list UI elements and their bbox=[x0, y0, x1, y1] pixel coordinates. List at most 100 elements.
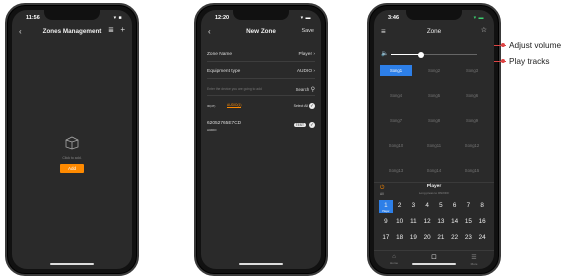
zone-number-button[interactable]: 6 bbox=[448, 200, 462, 213]
zone-number-sub: Player bbox=[382, 210, 390, 213]
song-button[interactable]: Song12 bbox=[456, 140, 488, 151]
zone-number-button[interactable]: 15 bbox=[462, 216, 476, 229]
tab-home[interactable]: ⌂ Home bbox=[374, 251, 414, 269]
zone-number-button[interactable]: 7 bbox=[462, 200, 476, 213]
song-button[interactable]: Song1 bbox=[380, 65, 412, 76]
song-button[interactable]: Song6 bbox=[456, 90, 488, 101]
zone-number-button[interactable]: 11 bbox=[407, 216, 421, 229]
test-button[interactable]: TEST bbox=[293, 123, 306, 127]
tab-label: More bbox=[470, 262, 478, 266]
zone-number-label: 1 bbox=[384, 202, 388, 209]
zone-number-label: 2 bbox=[397, 202, 402, 209]
song-button[interactable]: Song14 bbox=[418, 165, 450, 176]
zone-number-button[interactable]: 22 bbox=[448, 232, 462, 245]
annotation-adjust-volume: Adjust volume bbox=[509, 40, 562, 50]
song-button[interactable]: Song13 bbox=[380, 165, 412, 176]
star-icon[interactable]: ☆ bbox=[481, 26, 487, 34]
zone-number-label: 19 bbox=[409, 234, 417, 241]
search-button[interactable]: Search ⚲ bbox=[296, 86, 315, 93]
zone-number-button[interactable]: 21 bbox=[434, 232, 448, 245]
zone-number-button[interactable]: 18 bbox=[393, 232, 407, 245]
device-row[interactable]: 62052765E7CD AUDIO TEST ✓ bbox=[207, 119, 315, 135]
add-button[interactable]: Add bbox=[60, 164, 84, 173]
zone-number-label: 9 bbox=[384, 218, 388, 225]
check-icon: ✓ bbox=[309, 103, 315, 109]
annotation-line-tracks bbox=[494, 61, 506, 62]
home-indicator bbox=[50, 263, 94, 265]
tab-bar: ⌂Home☐Zone☰More bbox=[374, 250, 494, 269]
equipment-type-label: Equipment type bbox=[207, 69, 241, 74]
zone-number-button[interactable]: 8 bbox=[475, 200, 489, 213]
zone-number-button[interactable]: 2 bbox=[393, 200, 407, 213]
song-button[interactable]: Song15 bbox=[456, 165, 488, 176]
filter-audio[interactable]: AUDIO(1) bbox=[227, 103, 242, 108]
nav-bar: ‹ Zones Management ≣ + bbox=[12, 25, 132, 40]
annotation-line-volume bbox=[494, 45, 506, 46]
song-button[interactable]: Song11 bbox=[418, 140, 450, 151]
status-bar: 12:20 ▾ ▬ bbox=[201, 14, 321, 24]
zone-name-value: Player › bbox=[298, 52, 315, 57]
zone-number-button[interactable]: 20 bbox=[420, 232, 434, 245]
zone-name-row[interactable]: Zone Name Player › bbox=[207, 48, 315, 62]
zone-number-label: 7 bbox=[466, 202, 471, 209]
device-type: AUDIO bbox=[207, 128, 217, 132]
home-indicator bbox=[412, 263, 456, 265]
song-button[interactable]: Song4 bbox=[380, 90, 412, 101]
zone-number-button[interactable]: 5 bbox=[434, 200, 448, 213]
tab-zone[interactable]: ☐Zone bbox=[414, 251, 454, 269]
zone-number-button[interactable]: 13 bbox=[434, 216, 448, 229]
sort-icon[interactable]: ≣ bbox=[108, 26, 114, 34]
status-icons: ▾ ▬ bbox=[473, 15, 484, 21]
song-button[interactable]: Song7 bbox=[380, 115, 412, 126]
filter-all[interactable]: ID(47) bbox=[207, 104, 215, 108]
zone-number-grid: 1 Player 2 3 4 5 6 7 8 9 10 11 12 13 14 15 16 17 18 19 20 21 2… bbox=[379, 200, 489, 245]
song-button[interactable]: Song10 bbox=[380, 140, 412, 151]
device-check-icon[interactable]: ✓ bbox=[309, 122, 315, 128]
search-icon: ⚲ bbox=[310, 87, 315, 93]
zone-number-label: 16 bbox=[478, 218, 486, 225]
zone-number-label: 11 bbox=[410, 218, 417, 225]
equipment-type-value: AUDIO › bbox=[296, 69, 315, 74]
zone-number-button[interactable]: 1 Player bbox=[379, 200, 393, 213]
filter-row: ID(47) AUDIO(1) Select All ✓ bbox=[207, 100, 315, 114]
song-button[interactable]: Song8 bbox=[418, 115, 450, 126]
zone-number-button[interactable]: 17 bbox=[379, 232, 393, 245]
plus-icon[interactable]: + bbox=[120, 25, 125, 34]
zone-number-label: 18 bbox=[396, 234, 404, 241]
zone-number-label: 10 bbox=[396, 218, 404, 225]
select-all[interactable]: Select All ✓ bbox=[294, 103, 315, 109]
song-button[interactable]: Song2 bbox=[418, 65, 450, 76]
zone-number-button[interactable]: 23 bbox=[462, 232, 476, 245]
search-input[interactable]: Enter the device you are going to add bbox=[207, 87, 262, 91]
save-button[interactable]: Save bbox=[301, 28, 314, 34]
player-subtitle: Long press to ON/OFF bbox=[418, 191, 450, 195]
song-button[interactable]: Song5 bbox=[418, 90, 450, 101]
status-icons: ▾ ■ bbox=[113, 15, 122, 21]
song-button[interactable]: Song3 bbox=[456, 65, 488, 76]
zone-number-label: 20 bbox=[423, 234, 431, 241]
volume-slider[interactable]: 🔈 bbox=[381, 51, 487, 59]
zone-number-label: 4 bbox=[425, 202, 429, 209]
zone-number-button[interactable]: 14 bbox=[448, 216, 462, 229]
zone-number-button[interactable]: 4 bbox=[420, 200, 434, 213]
zone-number-button[interactable]: 9 bbox=[379, 216, 393, 229]
equipment-type-row[interactable]: Equipment type AUDIO › bbox=[207, 65, 315, 79]
tab-label: Home bbox=[389, 261, 398, 265]
volume-knob[interactable] bbox=[418, 51, 425, 58]
zone-number-button[interactable]: 12 bbox=[420, 216, 434, 229]
zone-number-button[interactable]: 10 bbox=[393, 216, 407, 229]
status-bar: 3:46 ▾ ▬ bbox=[374, 14, 494, 24]
zone-number-label: 8 bbox=[480, 202, 484, 209]
zone-number-label: 13 bbox=[437, 218, 445, 225]
zone-number-button[interactable]: 16 bbox=[475, 216, 489, 229]
status-bar: 11:56 ▾ ■ bbox=[12, 14, 132, 24]
player-bar[interactable]: ⏻ All Player Long press to ON/OFF bbox=[374, 182, 494, 198]
zone-number-button[interactable]: 24 bbox=[475, 232, 489, 245]
zone-number-button[interactable]: 3 bbox=[407, 200, 421, 213]
tab-more[interactable]: ☰ More bbox=[454, 251, 494, 269]
status-time: 11:56 bbox=[26, 15, 40, 21]
zone-number-button[interactable]: 19 bbox=[407, 232, 421, 245]
song-button[interactable]: Song9 bbox=[456, 115, 488, 126]
zone-number-label: 5 bbox=[439, 202, 443, 209]
search-row[interactable]: Enter the device you are going to add Se… bbox=[207, 82, 315, 96]
